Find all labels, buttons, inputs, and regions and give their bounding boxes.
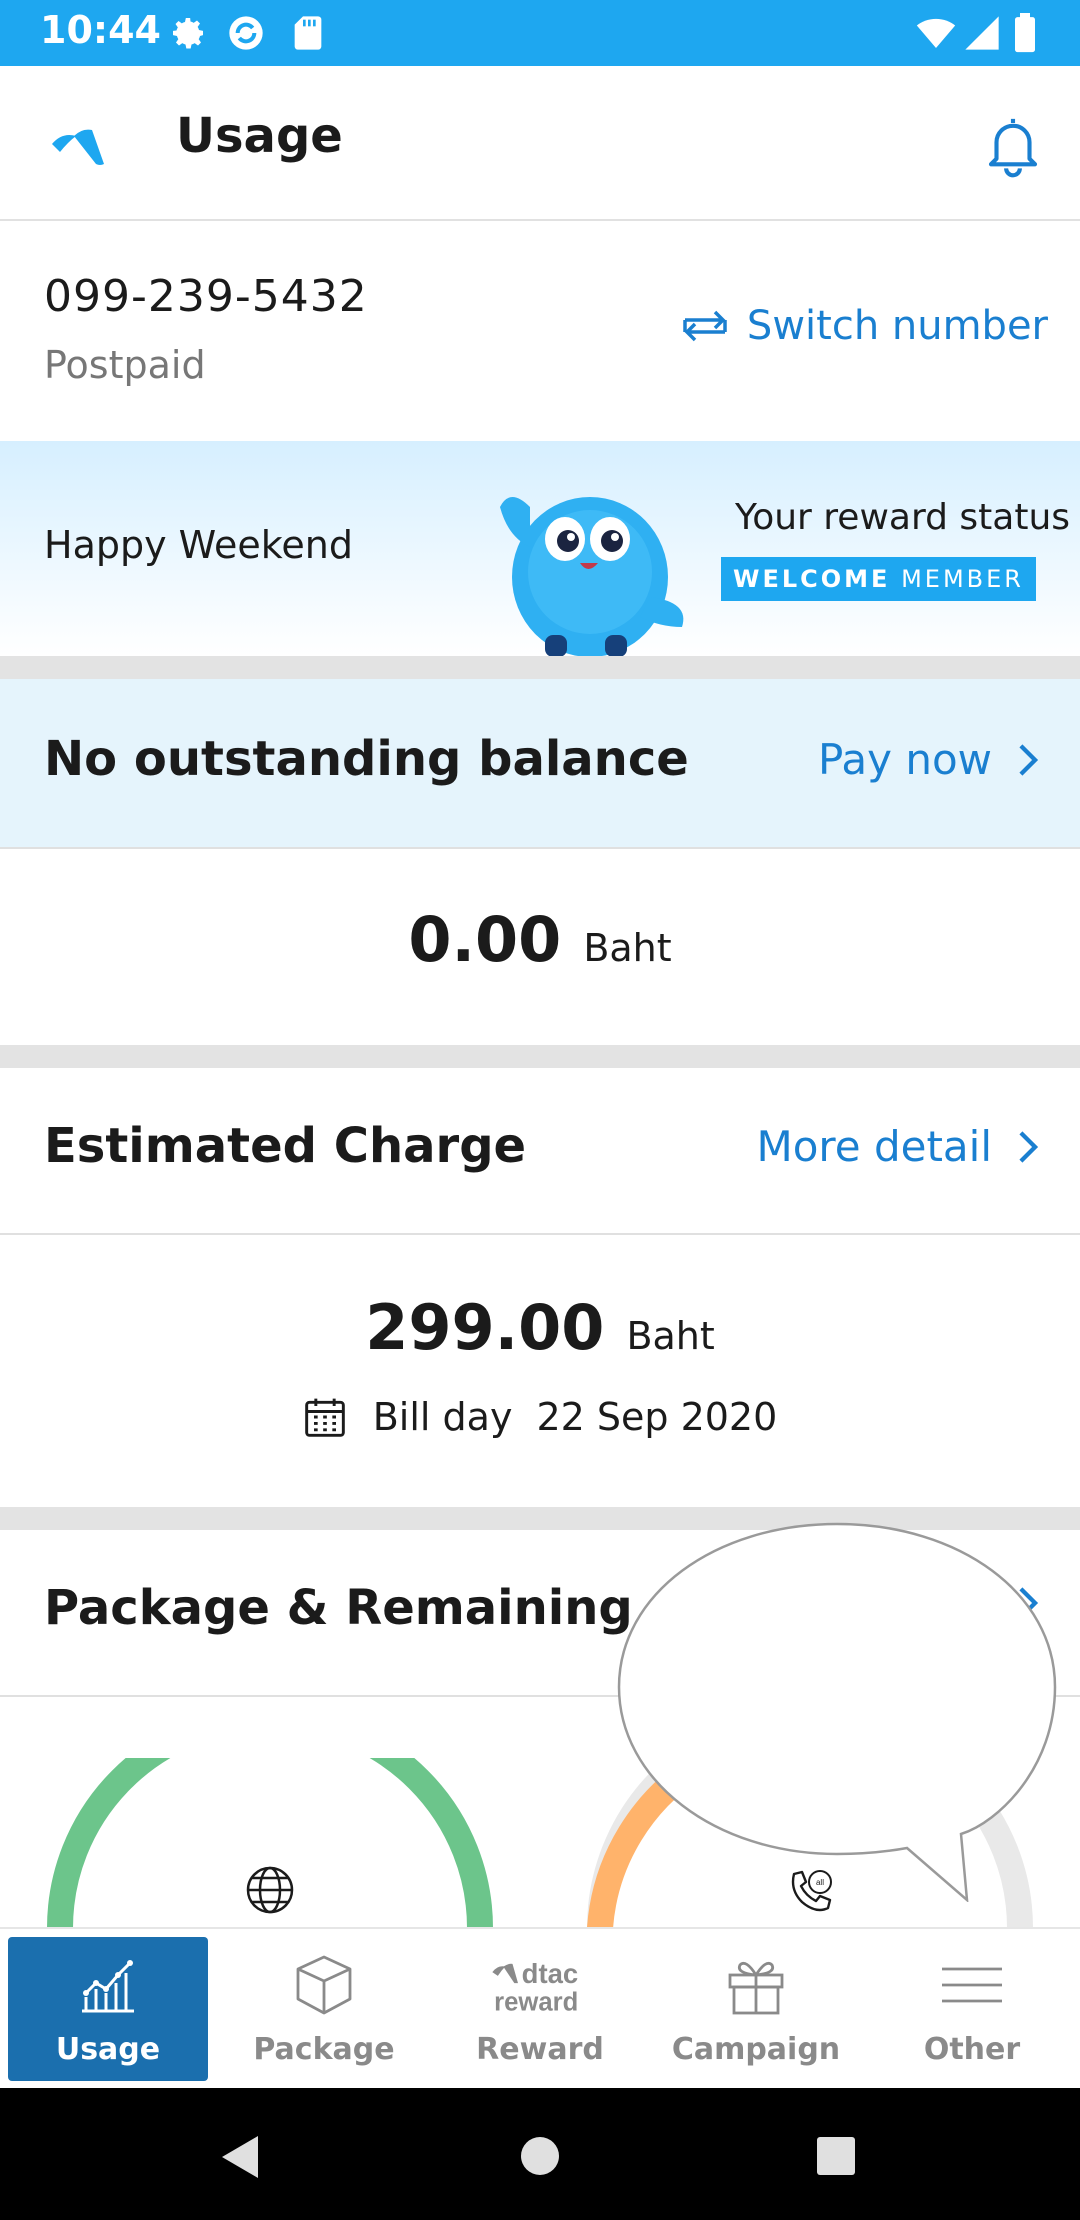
- nav-other-label: Other: [923, 2032, 1021, 2067]
- app-bar: Usage: [0, 66, 1080, 221]
- balance-unit: Baht: [583, 926, 672, 970]
- member-badge: WELCOME MEMBER: [721, 557, 1036, 601]
- system-navigation-bar: [0, 2088, 1080, 2220]
- nav-reward-label: Reward: [476, 2032, 604, 2067]
- sd-card-icon: [294, 16, 322, 50]
- nav-package[interactable]: Package: [224, 1937, 424, 2081]
- nav-usage[interactable]: Usage: [8, 1937, 208, 2081]
- balance-value: 0.00: [408, 903, 562, 976]
- mascot-image: [500, 497, 684, 657]
- data-usage-gauge[interactable]: [40, 1758, 500, 1928]
- badge-member-text: MEMBER: [901, 565, 1024, 593]
- estimated-value: 299.00: [365, 1291, 605, 1364]
- chevron-right-icon: [1019, 1130, 1039, 1163]
- sync-app-icon: [229, 16, 263, 50]
- dtac-reward-logo: dtac reward: [492, 1958, 579, 2017]
- balance-amount-box: 0.00 Baht: [0, 849, 1080, 1045]
- section-divider: [0, 656, 1080, 679]
- back-icon[interactable]: [218, 2134, 262, 2180]
- page-title: Usage: [176, 108, 343, 164]
- box-icon: [296, 1955, 352, 2015]
- status-bar: 10:44: [0, 0, 1080, 66]
- estimated-title: Estimated Charge: [44, 1118, 527, 1174]
- dtac-logo-icon[interactable]: [48, 114, 108, 174]
- package-title: Package & Remaining: [44, 1580, 633, 1636]
- dtac-logo-text: dtac: [522, 1958, 579, 1989]
- battery-icon: [1015, 13, 1035, 53]
- signal-icon: [965, 16, 999, 50]
- nav-usage-label: Usage: [55, 2032, 161, 2067]
- notification-bell-icon[interactable]: [980, 112, 1046, 178]
- nav-other[interactable]: Other: [872, 1937, 1072, 2081]
- estimated-header: Estimated Charge More detail: [0, 1068, 1080, 1235]
- badge-level-text: WELCOME: [733, 565, 891, 593]
- bill-day-label: Bill day: [372, 1395, 513, 1439]
- chevron-right-icon: [1019, 743, 1039, 776]
- nav-campaign[interactable]: Campaign: [656, 1937, 856, 2081]
- speech-bubble: [617, 1522, 1057, 1902]
- recents-icon[interactable]: [816, 2136, 856, 2176]
- pay-now-label: Pay now: [817, 735, 992, 784]
- nav-reward[interactable]: dtac reward Reward: [440, 1937, 640, 2081]
- wifi-icon: [916, 18, 956, 48]
- bill-date: 22 Sep 2020: [536, 1395, 778, 1439]
- estimated-amount-box: 299.00 Baht: [0, 1235, 1080, 1507]
- estimated-amount: 299.00 Baht: [0, 1291, 1080, 1364]
- nav-package-label: Package: [253, 2032, 395, 2067]
- balance-amount: 0.00 Baht: [0, 903, 1080, 976]
- gift-icon: [728, 1961, 784, 2015]
- status-time: 10:44: [40, 8, 161, 52]
- more-detail-link[interactable]: More detail: [756, 1122, 1042, 1171]
- home-icon[interactable]: [520, 2136, 560, 2176]
- reward-status-label: Your reward status: [735, 497, 1071, 538]
- switch-arrows-icon: [683, 310, 727, 342]
- balance-header: No outstanding balance Pay now: [0, 679, 1080, 849]
- greeting-text: Happy Weekend: [44, 523, 354, 567]
- nav-campaign-label: Campaign: [671, 2032, 841, 2067]
- section-divider: [0, 1045, 1080, 1068]
- balance-title: No outstanding balance: [44, 731, 689, 787]
- switch-number-button[interactable]: Switch number: [681, 303, 1048, 349]
- chart-icon: [82, 1960, 134, 2013]
- estimated-unit: Baht: [626, 1314, 715, 1358]
- more-detail-label: More detail: [756, 1122, 992, 1171]
- calendar-icon: [304, 1398, 345, 1437]
- bottom-navigation: Usage Package dtac reward Reward Campaig…: [0, 1927, 1080, 2089]
- reward-logo-text: reward: [494, 1989, 578, 2017]
- pay-now-link[interactable]: Pay now: [818, 735, 1042, 784]
- account-section: 099-239-5432 Postpaid Switch number: [0, 221, 1080, 441]
- reward-banner[interactable]: Happy Weekend Your reward status WELCOME…: [0, 441, 1080, 657]
- switch-number-label: Switch number: [746, 303, 1048, 349]
- settings-icon: [173, 18, 203, 49]
- menu-icon: [942, 1967, 1002, 2003]
- globe-icon: [246, 1866, 294, 1914]
- plan-type: Postpaid: [44, 343, 206, 387]
- bill-day: Bill day 22 Sep 2020: [0, 1395, 1080, 1439]
- phone-number: 099-239-5432: [44, 271, 368, 322]
